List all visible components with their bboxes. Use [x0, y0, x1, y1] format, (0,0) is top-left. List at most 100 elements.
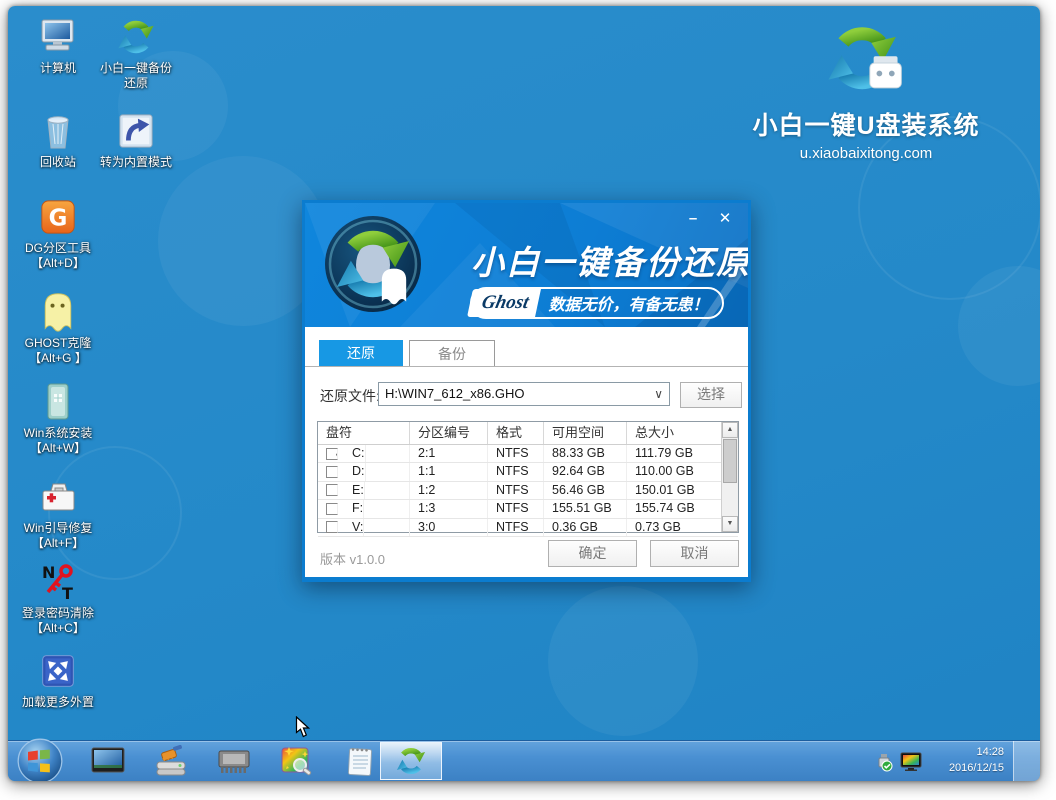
- notepad-icon: [345, 745, 375, 777]
- dg-icon: G: [10, 196, 106, 238]
- tray-date: 2016/12/15: [924, 760, 1004, 776]
- taskbar-display-button[interactable]: [90, 744, 126, 778]
- cell-partition: 1:2: [410, 482, 488, 499]
- column-header-free: 可用空间: [544, 422, 627, 444]
- column-header-format: 格式: [488, 422, 544, 444]
- show-desktop-button[interactable]: [1013, 741, 1040, 781]
- row-checkbox[interactable]: [326, 484, 338, 496]
- cell-partition: 1:1: [410, 463, 488, 480]
- cell-partition: 2:1: [410, 445, 488, 462]
- ok-button[interactable]: 确定: [548, 540, 637, 567]
- tab-backup[interactable]: 备份: [409, 340, 495, 366]
- display-settings-icon[interactable]: [900, 752, 922, 776]
- taskbar-disk-cleanup-button[interactable]: [153, 744, 189, 778]
- tab-restore[interactable]: 还原: [319, 340, 403, 366]
- desktop-icon-label: 登录密码清除 【Alt+C】: [10, 606, 106, 636]
- cell-free: 92.64 GB: [544, 463, 627, 480]
- cell-free: 155.51 GB: [544, 500, 627, 517]
- toolbox-icon: [10, 476, 106, 518]
- desktop-icon-label: Win系统安装 【Alt+W】: [10, 426, 106, 456]
- check-icon: ✔: [327, 448, 338, 460]
- ghost-sync-logo-icon: [323, 214, 423, 314]
- cell-free: 88.33 GB: [544, 445, 627, 462]
- cell-free: 56.46 GB: [544, 482, 627, 499]
- window-body: 还原 备份 还原文件: H:\WIN7_612_x86.GHO ∨ 选择 盘符 …: [305, 327, 748, 577]
- table-row[interactable]: E: 1:2 NTFS 56.46 GB 150.01 GB: [318, 482, 738, 500]
- table-row[interactable]: D: 1:1 NTFS 92.64 GB 110.00 GB: [318, 463, 738, 481]
- desktop-icon-label: 加载更多外置: [10, 695, 106, 710]
- desktop-icon-ghost-clone[interactable]: GHOST克隆 【Alt+G 】: [10, 291, 106, 366]
- row-checkbox[interactable]: ✔: [326, 448, 338, 460]
- restore-file-combobox[interactable]: H:\WIN7_612_x86.GHO ∨: [378, 382, 670, 406]
- tab-divider: [305, 366, 748, 367]
- start-button[interactable]: [16, 737, 64, 781]
- taskbar-notepad-button[interactable]: [342, 744, 378, 778]
- tray-clock[interactable]: 14:28 2016/12/15: [924, 744, 1004, 776]
- restore-file-value: H:\WIN7_612_x86.GHO: [385, 386, 524, 401]
- column-header-drive: 盘符: [318, 422, 410, 444]
- cancel-button[interactable]: 取消: [650, 540, 739, 567]
- desktop-icon-backup-restore[interactable]: 小白一键备份 还原: [88, 16, 184, 91]
- expand-arrows-icon: [10, 650, 106, 692]
- bokeh-circle: [548, 586, 698, 736]
- column-header-partition: 分区编号: [410, 422, 488, 444]
- branding-url: u.xiaobaixitong.com: [736, 145, 996, 162]
- close-button[interactable]: ✕: [712, 208, 738, 230]
- ghost-icon: [10, 291, 106, 333]
- desktop-icon-label: 转为内置模式: [88, 155, 184, 170]
- cell-partition: 1:3: [410, 500, 488, 517]
- install-box-icon: [10, 381, 106, 423]
- cell-format: NTFS: [488, 445, 544, 462]
- desktop-icon-password-clear[interactable]: NT 登录密码清除 【Alt+C】: [10, 561, 106, 636]
- usb-system-logo-icon: [736, 20, 996, 106]
- taskbar-paint-tool-button[interactable]: [279, 744, 315, 778]
- table-row[interactable]: ✔C: 2:1 NTFS 88.33 GB 111.79 GB: [318, 445, 738, 463]
- row-checkbox[interactable]: [326, 521, 338, 533]
- cell-total: 150.01 GB: [627, 482, 723, 499]
- slogan-text: 数据无价，有备无患！: [548, 291, 708, 315]
- paint-tool-icon: [280, 745, 314, 777]
- shortcut-arrow-icon: [88, 110, 184, 152]
- desktop-icon-load-more[interactable]: 加载更多外置: [10, 650, 106, 710]
- minimize-button[interactable]: –: [680, 208, 706, 230]
- svg-text:N: N: [42, 563, 55, 582]
- taskbar-backup-app-button[interactable]: [380, 742, 442, 780]
- cell-partition: 3:0: [410, 519, 488, 536]
- start-orb-icon: [16, 737, 64, 781]
- scroll-down-icon[interactable]: ▼: [722, 516, 738, 532]
- usb-safely-remove-icon[interactable]: [874, 752, 894, 777]
- cell-format: NTFS: [488, 500, 544, 517]
- cell-free: 0.36 GB: [544, 519, 627, 536]
- scroll-up-icon[interactable]: ▲: [722, 422, 738, 438]
- table-row[interactable]: F: 1:3 NTFS 155.51 GB 155.74 GB: [318, 500, 738, 518]
- taskbar-memory-button[interactable]: [216, 744, 252, 778]
- branding-title: 小白一键U盘装系统: [736, 106, 996, 142]
- select-button[interactable]: 选择: [680, 382, 742, 408]
- version-label: 版本 v1.0.0: [320, 549, 385, 568]
- cell-format: NTFS: [488, 482, 544, 499]
- row-checkbox[interactable]: [326, 503, 338, 515]
- ghost-slogan-pill: Ghost 数据无价，有备无患！: [470, 287, 724, 319]
- disk-cleanup-icon: [153, 745, 189, 777]
- desktop-icon-boot-repair[interactable]: Win引导修复 【Alt+F】: [10, 476, 106, 551]
- svg-text:T: T: [62, 584, 73, 602]
- backup-restore-app-icon: [395, 745, 427, 777]
- memory-chip-icon: [216, 746, 252, 776]
- desktop-icon-win-install[interactable]: Win系统安装 【Alt+W】: [10, 381, 106, 456]
- mouse-cursor: [295, 716, 310, 738]
- cell-total: 110.00 GB: [627, 463, 723, 480]
- scrollbar[interactable]: ▲ ▼: [721, 422, 738, 532]
- row-checkbox[interactable]: [326, 466, 338, 478]
- cell-drive: V:: [344, 519, 364, 536]
- bokeh-circle: [958, 266, 1040, 386]
- cell-format: NTFS: [488, 463, 544, 480]
- ghost-badge: Ghost: [467, 289, 541, 317]
- desktop-icon-label: 小白一键备份 还原: [88, 61, 184, 91]
- taskbar: 14:28 2016/12/15: [8, 740, 1040, 781]
- table-row[interactable]: V: 3:0 NTFS 0.36 GB 0.73 GB: [318, 519, 738, 537]
- scroll-thumb[interactable]: [723, 439, 737, 483]
- desktop-icon-dg-partition[interactable]: G DG分区工具 【Alt+D】: [10, 196, 106, 271]
- chevron-down-icon[interactable]: ∨: [654, 383, 663, 405]
- window-banner: 小白一键备份还原 Ghost 数据无价，有备无患！ – ✕: [305, 203, 748, 327]
- desktop-icon-builtin-mode[interactable]: 转为内置模式: [88, 110, 184, 170]
